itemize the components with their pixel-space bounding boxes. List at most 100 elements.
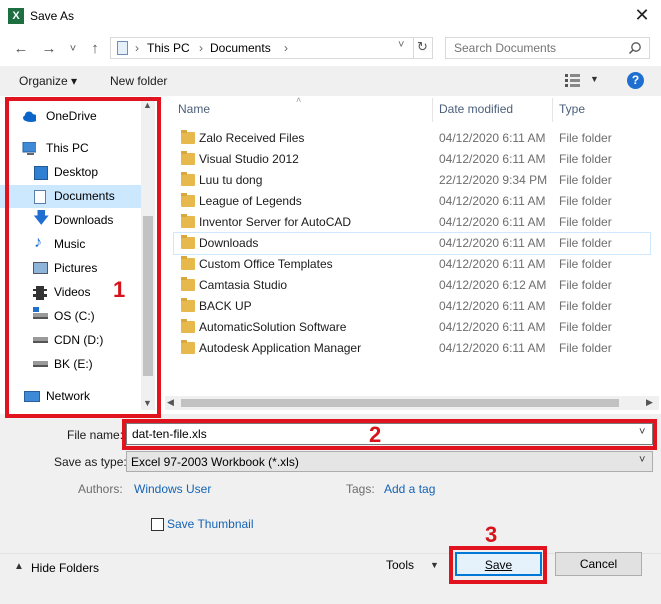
filename-value[interactable]: dat-ten-file.xls <box>132 427 207 441</box>
cancel-button-label: Cancel <box>579 557 618 571</box>
folder-icon <box>181 340 195 354</box>
file-type: File folder <box>559 194 612 208</box>
savetype-chevron-icon[interactable]: ˅ <box>639 454 645 466</box>
authors-value[interactable]: Windows User <box>134 482 211 496</box>
search-input[interactable] <box>446 38 626 58</box>
back-arrow-icon[interactable]: ← <box>10 38 32 60</box>
tools-button[interactable]: Tools <box>386 558 414 572</box>
breadcrumb-separator-icon: › <box>284 41 288 55</box>
search-box[interactable] <box>445 37 650 59</box>
file-row[interactable]: Autodesk Application Manager 04/12/2020 … <box>174 338 650 359</box>
file-row[interactable]: BACK UP 04/12/2020 6:11 AM File folder <box>174 296 650 317</box>
tags-value[interactable]: Add a tag <box>384 482 435 496</box>
sidebar-item-cdn-d[interactable]: CDN (D:) <box>0 329 142 352</box>
file-date: 04/12/2020 6:11 AM <box>439 341 546 355</box>
file-name: Luu tu dong <box>199 173 263 187</box>
sidebar-item-bk-e[interactable]: BK (E:) <box>0 353 142 376</box>
sidebar-item-label: Desktop <box>54 165 99 179</box>
column-header-type[interactable]: Type <box>559 102 585 116</box>
tools-dropdown-icon[interactable]: ▼ <box>430 560 439 570</box>
filename-field[interactable]: dat-ten-file.xls ˅ <box>126 423 653 445</box>
new-folder-button[interactable]: New folder <box>110 74 167 88</box>
file-row[interactable]: Visual Studio 2012 04/12/2020 6:11 AM Fi… <box>174 149 650 170</box>
save-button[interactable]: Save <box>455 552 542 576</box>
view-options-icon[interactable] <box>565 73 581 87</box>
drive-icon <box>33 361 48 367</box>
sidebar-item-os-c[interactable]: OS (C:) <box>0 305 142 328</box>
file-row[interactable]: Zalo Received Files 04/12/2020 6:11 AM F… <box>174 128 650 149</box>
up-arrow-icon[interactable]: ↑ <box>84 38 106 60</box>
folder-icon <box>181 130 195 144</box>
sidebar-item-label: Pictures <box>54 261 98 275</box>
file-date: 04/12/2020 6:11 AM <box>439 299 546 313</box>
view-dropdown-icon[interactable]: ▼ <box>590 74 599 84</box>
scroll-left-icon[interactable]: ◀ <box>167 397 174 408</box>
file-date: 04/12/2020 6:12 AM <box>439 278 547 292</box>
file-name: Camtasia Studio <box>199 278 288 292</box>
file-row[interactable]: Camtasia Studio 04/12/2020 6:12 AM File … <box>174 275 650 296</box>
sidebar-item-downloads[interactable]: 🡇 Downloads <box>0 209 142 232</box>
savetype-value: Excel 97-2003 Workbook (*.xls) <box>131 455 299 469</box>
sidebar-item-network[interactable]: Network <box>0 385 142 408</box>
recent-locations-chevron-icon[interactable]: ˅ <box>62 38 84 60</box>
folder-icon <box>181 277 195 291</box>
sidebar-item-label: Music <box>54 237 86 251</box>
file-row[interactable]: Downloads 04/12/2020 6:11 AM File folder <box>173 232 651 255</box>
file-type: File folder <box>559 278 612 292</box>
save-thumbnail-checkbox[interactable] <box>151 518 164 531</box>
scroll-down-icon[interactable]: ▼ <box>143 398 152 408</box>
desktop-icon <box>34 166 48 180</box>
file-type: File folder <box>559 299 612 313</box>
sidebar-item-music[interactable]: ♪ Music <box>0 233 142 256</box>
file-name: AutomaticSolution Software <box>199 320 347 334</box>
computer-icon <box>22 142 36 155</box>
file-date: 04/12/2020 6:11 AM <box>439 236 546 250</box>
cancel-button[interactable]: Cancel <box>555 552 642 576</box>
network-icon <box>24 391 40 402</box>
scroll-up-icon[interactable]: ▲ <box>143 100 152 110</box>
refresh-icon[interactable]: ↻ <box>417 39 428 55</box>
organize-button[interactable]: Organize ▾ <box>19 74 77 88</box>
folder-location-icon <box>117 41 128 55</box>
column-header-name[interactable]: Name <box>178 102 210 116</box>
address-bar[interactable]: › This PC › Documents › ˅ ↻ <box>110 37 433 59</box>
sidebar-scroll-thumb[interactable] <box>143 216 153 376</box>
forward-arrow-icon[interactable]: → <box>38 38 60 60</box>
breadcrumb-documents[interactable]: Documents <box>210 41 271 55</box>
sidebar-item-label: OneDrive <box>46 109 97 123</box>
horizontal-scroll-thumb[interactable] <box>181 399 619 407</box>
close-button[interactable]: ✕ <box>628 2 656 28</box>
documents-icon <box>34 190 46 204</box>
savetype-select[interactable]: Excel 97-2003 Workbook (*.xls) ˅ <box>126 451 653 472</box>
sidebar-item-onedrive[interactable]: OneDrive <box>0 105 142 128</box>
file-type: File folder <box>559 131 612 145</box>
column-header-date[interactable]: Date modified <box>439 102 513 116</box>
file-row[interactable]: League of Legends 04/12/2020 6:11 AM Fil… <box>174 191 650 212</box>
file-type: File folder <box>559 236 612 250</box>
sidebar-item-this-pc[interactable]: This PC <box>0 137 142 160</box>
breadcrumb-this-pc[interactable]: This PC <box>147 41 190 55</box>
column-divider[interactable] <box>552 98 553 122</box>
file-type: File folder <box>559 341 612 355</box>
folder-icon <box>181 193 195 207</box>
breadcrumb-separator-icon: › <box>135 41 139 55</box>
pictures-icon <box>33 262 48 274</box>
sidebar-item-desktop[interactable]: Desktop <box>0 161 142 184</box>
filename-dropdown-chevron-icon[interactable]: ˅ <box>639 426 645 438</box>
save-thumbnail-label[interactable]: Save Thumbnail <box>167 517 254 531</box>
file-type: File folder <box>559 152 612 166</box>
hide-folders-button[interactable]: Hide Folders <box>31 561 99 575</box>
sidebar-item-documents[interactable]: Documents <box>0 185 142 208</box>
file-row[interactable]: Inventor Server for AutoCAD 04/12/2020 6… <box>174 212 650 233</box>
column-divider[interactable] <box>432 98 433 122</box>
help-icon[interactable]: ? <box>627 72 644 89</box>
file-row[interactable]: AutomaticSolution Software 04/12/2020 6:… <box>174 317 650 338</box>
annotation-number-2: 2 <box>369 422 382 447</box>
scroll-right-icon[interactable]: ▶ <box>646 397 653 408</box>
folder-icon <box>181 319 195 333</box>
hide-folders-chevron-icon[interactable]: ▲ <box>14 561 24 572</box>
address-dropdown-chevron-icon[interactable]: ˅ <box>398 39 404 51</box>
file-row[interactable]: Custom Office Templates 04/12/2020 6:11 … <box>174 254 650 275</box>
file-row[interactable]: Luu tu dong 22/12/2020 9:34 PM File fold… <box>174 170 650 191</box>
file-date: 04/12/2020 6:11 AM <box>439 194 546 208</box>
